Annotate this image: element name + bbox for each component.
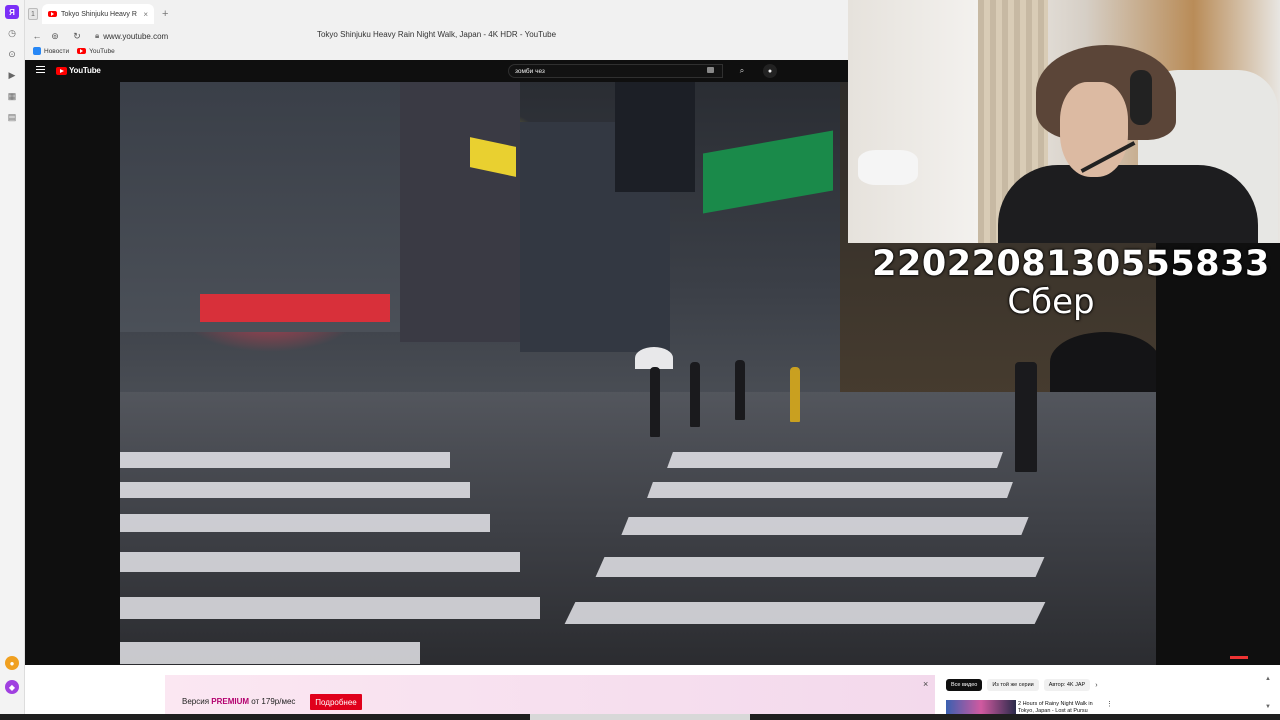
notification-icon[interactable]: ● <box>5 656 19 670</box>
crosswalk-stripe <box>621 517 1029 535</box>
night-sky <box>615 82 695 192</box>
browser-chrome: 1 Tokyo Shinjuku Heavy R × + ← ⊚ ↻ 🔒︎ ww… <box>25 0 848 60</box>
donation-card-number: 2202208130555833 <box>872 244 1270 284</box>
new-tab-button[interactable]: + <box>162 8 168 20</box>
clock-icon[interactable]: ⊙ <box>5 47 19 61</box>
search-input[interactable]: зомби чез <box>508 64 723 78</box>
bookmark-news[interactable]: Новости <box>33 47 69 55</box>
streamer-body <box>998 165 1258 243</box>
vk-icon <box>33 47 41 55</box>
crosswalk-stripe <box>667 452 1003 468</box>
search-icon: ⌕ <box>739 66 745 75</box>
shoes <box>858 150 918 185</box>
headset-icon <box>1130 70 1152 125</box>
youtube-icon <box>77 48 87 54</box>
reload-icon[interactable]: ↻ <box>65 31 89 42</box>
umbrella <box>1050 332 1156 392</box>
tab-title: Tokyo Shinjuku Heavy R <box>61 10 137 18</box>
crosswalk-stripe <box>120 597 540 619</box>
premium-text-prefix: Версия <box>182 697 212 706</box>
youtube-logo-icon <box>56 66 67 75</box>
umbrella <box>635 347 673 369</box>
progress-marker <box>1230 656 1248 659</box>
bookmarks-bar: Новости YouTube <box>25 44 848 58</box>
red-sign <box>200 294 390 322</box>
premium-details-button[interactable]: Подробнее <box>310 694 362 710</box>
url-text: www.youtube.com <box>103 31 169 41</box>
pedestrian <box>790 367 800 422</box>
browser-logo-icon[interactable]: Я <box>5 5 19 19</box>
crosswalk-stripe <box>120 514 490 532</box>
pedestrian <box>1015 362 1037 472</box>
address-bar: ← ⊚ ↻ 🔒︎ www.youtube.com Tokyo Shinjuku … <box>25 28 848 44</box>
crosswalk-stripe <box>120 642 420 664</box>
premium-close-icon[interactable]: × <box>923 679 928 689</box>
page-scrollbar[interactable]: ▲ ▼ <box>1265 676 1273 716</box>
recommendation-title[interactable]: 2 Hours of Rainy Night Walk in Tokyo, Ja… <box>1018 701 1100 715</box>
more-options-icon[interactable]: ⋮ <box>1106 700 1113 708</box>
history-icon[interactable]: ◷ <box>5 26 19 40</box>
voice-search-button[interactable]: ● <box>763 64 777 78</box>
scroll-up-icon[interactable]: ▲ <box>1265 676 1273 682</box>
url-field[interactable]: 🔒︎ www.youtube.com <box>95 31 168 41</box>
play-icon[interactable]: ▶ <box>5 68 19 82</box>
crosswalk-stripe <box>595 557 1045 577</box>
pedestrian <box>690 362 700 427</box>
microphone-icon: ● <box>767 67 773 75</box>
tab-close-icon[interactable]: × <box>143 10 148 19</box>
extensions-icon[interactable]: ⊚ <box>43 31 67 42</box>
chevron-right-icon[interactable]: › <box>1095 682 1097 689</box>
youtube-header: YouTube зомби чез ⌕ ● <box>25 60 848 82</box>
crosswalk-stripe <box>120 452 450 468</box>
chip-author[interactable]: Автор: 4K JAP <box>1043 679 1091 691</box>
chip-same-series[interactable]: Из той же серии <box>987 679 1039 691</box>
youtube-favicon-icon <box>48 11 57 17</box>
keyboard-icon[interactable] <box>707 67 714 73</box>
youtube-logo[interactable]: YouTube <box>56 66 101 75</box>
os-taskbar <box>0 714 1280 720</box>
recommendation-chips: Все видео Из той же серии Автор: 4K JAP … <box>946 679 1098 691</box>
menu-icon[interactable] <box>36 66 45 75</box>
donation-overlay: 2202208130555833 Сбер <box>862 244 1280 322</box>
screen: Я ◷ ⊙ ▶ ▦ ▤ ● ◆ 1 Tokyo Shinjuku Heavy R… <box>0 0 1280 720</box>
youtube-logo-text: YouTube <box>69 66 101 75</box>
premium-banner <box>165 675 935 715</box>
webcam-overlay <box>848 0 1280 243</box>
bookmark-label: Новости <box>44 47 70 55</box>
premium-text-suffix: от 179р/мес <box>249 697 296 706</box>
tab-bar: 1 Tokyo Shinjuku Heavy R × + <box>25 0 848 28</box>
assistant-icon[interactable]: ◆ <box>5 680 19 694</box>
scroll-down-icon[interactable]: ▼ <box>1265 704 1273 710</box>
building <box>400 82 520 342</box>
search-button[interactable]: ⌕ <box>732 64 752 78</box>
premium-banner-text: Версия PREMIUM от 179р/мес <box>182 697 295 706</box>
pedestrian <box>735 360 745 420</box>
donation-bank: Сбер <box>1007 282 1095 322</box>
bookmark-label: YouTube <box>89 47 115 55</box>
crosswalk-stripe <box>564 602 1046 624</box>
search-query: зомби чез <box>515 67 545 75</box>
premium-text-brand: PREMIUM <box>211 697 250 706</box>
bookmark-youtube[interactable]: YouTube <box>77 48 115 55</box>
taskbar-active-item[interactable] <box>530 714 750 720</box>
chip-all-videos[interactable]: Все видео <box>946 679 983 691</box>
pedestrian <box>650 367 660 437</box>
green-sign <box>703 130 833 214</box>
grid-icon[interactable]: ▦ <box>5 89 19 103</box>
note-icon[interactable]: ▤ <box>5 110 19 124</box>
tab-active[interactable]: Tokyo Shinjuku Heavy R × <box>42 4 154 24</box>
crosswalk-stripe <box>120 552 520 572</box>
browser-sidebar: Я ◷ ⊙ ▶ ▦ ▤ ● ◆ <box>0 0 25 720</box>
crosswalk-stripe <box>647 482 1013 498</box>
lock-icon: 🔒︎ <box>95 31 100 40</box>
tab-group-counter[interactable]: 1 <box>28 8 38 20</box>
crosswalk-stripe <box>120 482 470 498</box>
